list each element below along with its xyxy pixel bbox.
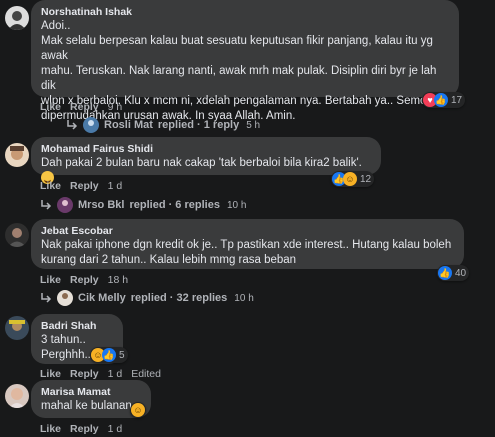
comment-line: Adoi.. [41,20,71,32]
reply-avatar [57,290,73,306]
reaction-count: 40 [455,267,467,279]
reaction-summary[interactable]: ☺ 👍 5 [90,347,128,363]
like-button[interactable]: Like [40,423,61,435]
replies-text: replied · 6 replies [129,199,220,211]
comment-actions: Like Reply 1 d [40,180,122,192]
timestamp[interactable]: 1 d [108,180,123,192]
replies-text: replied · 1 reply [157,119,240,131]
reaction-summary[interactable]: ♥ 👍 17 [422,92,466,108]
timestamp[interactable]: 9 h [108,101,123,113]
replier-name: Cik Melly [78,292,126,304]
timestamp[interactable]: 18 h [108,274,128,286]
reaction-summary[interactable]: 👍 ☺ 12 [331,171,375,187]
comment-actions: Like Reply 18 h [40,274,128,286]
avatar[interactable] [5,143,29,167]
reply-avatar [83,117,99,133]
reaction-summary[interactable]: 👍 40 [437,265,470,281]
avatar[interactable] [5,316,29,340]
reply-button[interactable]: Reply [70,180,99,192]
like-icon: 👍 [434,93,448,107]
comment-line: kurang dari 2 tahun.. Kalau lebih mmg ra… [41,254,297,266]
reply-arrow-icon [41,293,52,303]
reply-button[interactable]: Reply [70,274,99,286]
reply-avatar [57,197,73,213]
comment-actions: Like Reply 9 h [40,101,122,113]
avatar[interactable] [5,6,29,30]
view-replies[interactable]: Cik Melly replied · 32 replies 10 h [40,290,254,306]
comment-line: mahu. Teruskan. Nak larang nanti, awak m… [41,65,437,92]
comment-line: Mak selalu berpesan kalau buat sesuatu k… [41,35,433,62]
replies-text: replied · 32 replies [130,292,228,304]
reaction-summary[interactable]: ☺ [130,402,146,418]
timestamp[interactable]: 1 d [108,423,123,435]
replies-time: 10 h [226,199,247,211]
view-replies[interactable]: Rosli Mat replied · 1 reply 5 h [66,117,260,133]
reaction-count: 17 [451,94,463,106]
reply-button[interactable]: Reply [70,101,99,113]
comment-line: Nak pakai iphone dgn kredit ok je.. Tp p… [41,239,452,251]
timestamp[interactable]: 1 d [108,368,123,380]
avatar[interactable] [5,223,29,247]
like-icon: 👍 [102,348,116,362]
haha-icon: ☺ [131,403,145,417]
comment-line: 3 tahun.. [41,334,86,346]
commenter-name[interactable]: Jebat Escobar [41,224,454,238]
comment-line-text: Dah pakai 2 bulan baru nak cakap 'tak be… [41,157,362,169]
like-button[interactable]: Like [40,368,61,380]
reply-arrow-icon [41,200,52,210]
comment-actions: Like Reply 1 d [40,423,122,435]
replies-time: 10 h [234,292,254,304]
like-button[interactable]: Like [40,180,61,192]
comment-line: mahal ke bulanan [41,400,132,412]
edited-label[interactable]: Edited [131,368,161,380]
comment-bubble: Norshatinah Ishak Adoi.. Mak selalu berp… [31,0,459,122]
reply-button[interactable]: Reply [70,423,99,435]
like-icon: 👍 [438,266,452,280]
commenter-name[interactable]: Marisa Mamat [41,385,141,399]
commenter-name[interactable]: Badri Shah [41,319,113,333]
reply-arrow-icon [67,120,78,130]
replier-name: Rosli Mat [104,119,153,131]
like-button[interactable]: Like [40,101,61,113]
commenter-name[interactable]: Norshatinah Ishak [41,5,449,19]
reaction-count: 5 [119,349,125,361]
reaction-count: 12 [360,173,372,185]
replies-time: 5 h [246,119,261,131]
commenter-name[interactable]: Mohamad Fairus Shidi [41,142,371,156]
replier-name: Mrso Bkl [78,199,125,211]
like-button[interactable]: Like [40,274,61,286]
avatar[interactable] [5,384,29,408]
haha-icon: ☺ [343,172,357,186]
view-replies[interactable]: Mrso Bkl replied · 6 replies 10 h [40,197,246,213]
comment-bubble: Mohamad Fairus Shidi Dah pakai 2 bulan b… [31,137,381,184]
comment-bubble: Jebat Escobar Nak pakai iphone dgn kredi… [31,219,464,269]
reply-button[interactable]: Reply [70,368,99,380]
comment-actions: Like Reply 1 d Edited [40,368,161,380]
